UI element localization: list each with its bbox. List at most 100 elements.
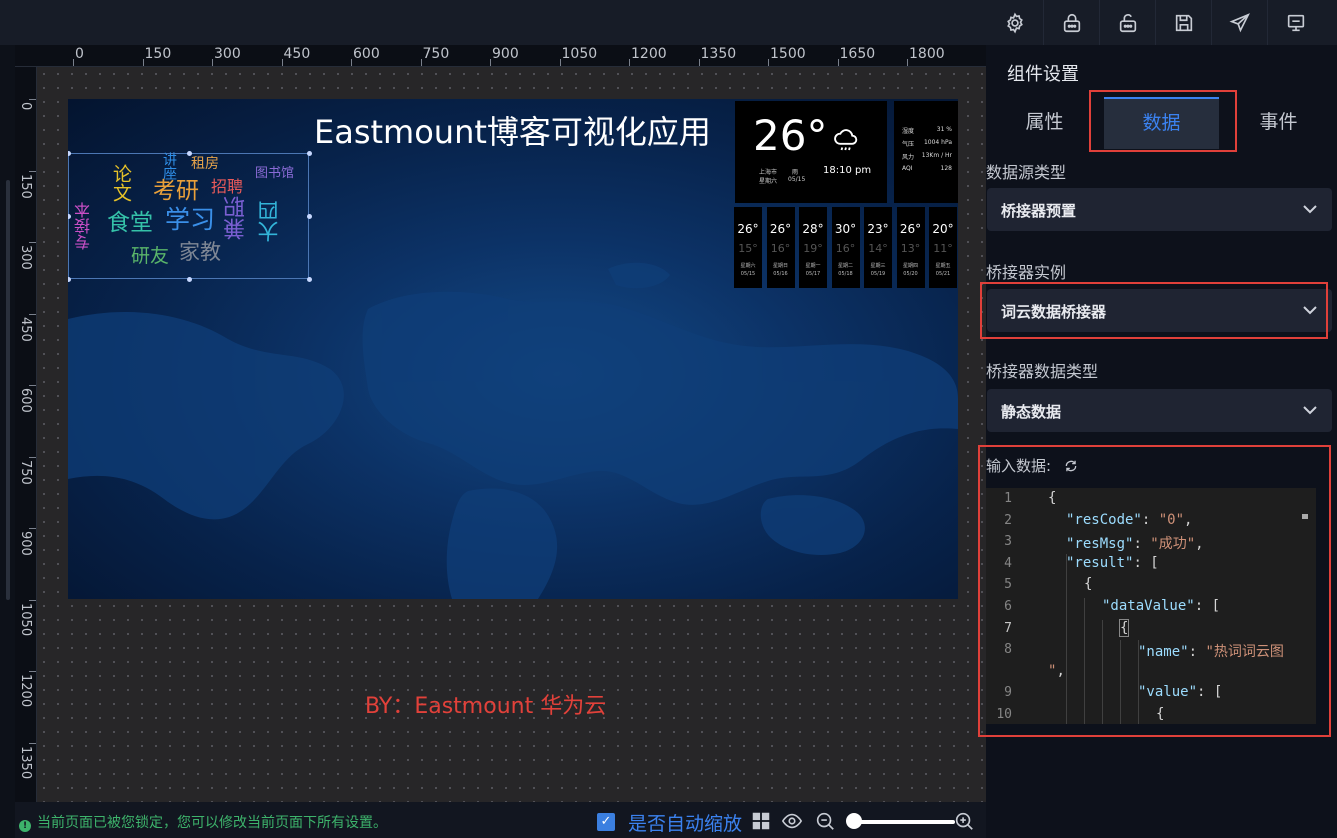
resize-handle[interactable]: [307, 277, 312, 282]
forecast-day-card: 28° 19° 星期一 05/17: [799, 207, 827, 288]
ruler-label: 1200: [18, 674, 33, 708]
datasource-type-value: 桥接器预置: [1001, 202, 1077, 220]
lock-status-message: ! 当前页面已被您锁定，您可以修改当前页面下所有设置。: [19, 812, 387, 832]
forecast-low: 11°: [933, 242, 953, 255]
wordcloud-word: 食堂: [107, 210, 153, 236]
lock-icon[interactable]: [1043, 0, 1099, 45]
tab-properties[interactable]: 属性: [987, 97, 1102, 149]
weather-city: 上海市: [759, 169, 778, 176]
forecast-weekday: 星期一: [805, 263, 821, 269]
ruler-label: 1500: [770, 46, 806, 62]
zoom-slider-track[interactable]: [855, 820, 955, 824]
ruler-label: 450: [283, 46, 311, 62]
component-settings-panel: 组件设置 属性 数据 事件 数据源类型 桥接器预置 桥接器实例 词云数据桥接器 …: [978, 45, 1337, 838]
ruler-tick: [281, 59, 283, 66]
ruler-label: 900: [18, 531, 33, 556]
forecast-date: 05/15: [740, 271, 756, 277]
zoom-out-icon[interactable]: [814, 810, 836, 832]
ruler-tick: [29, 170, 36, 172]
highlight-box: [980, 282, 1328, 339]
eye-icon[interactable]: [781, 810, 803, 832]
forecast-date: 05/18: [838, 271, 853, 277]
grid-icon[interactable]: [750, 810, 772, 832]
forecast-date: 05/20: [903, 271, 918, 277]
save-icon[interactable]: [1155, 0, 1211, 45]
forecast-high: 20°: [932, 222, 954, 236]
ruler-label: 150: [18, 173, 33, 199]
ruler-label: 0: [75, 46, 84, 62]
tab-events[interactable]: 事件: [1221, 97, 1336, 149]
ruler-tick: [29, 99, 36, 100]
resize-handle[interactable]: [68, 151, 71, 156]
ruler-tick: [142, 59, 144, 66]
weather-widget[interactable]: 26° 上海市 雨 星期六 05/15 18:10 pm: [735, 101, 887, 203]
panel-title: 组件设置: [1007, 64, 1079, 85]
monitor-icon[interactable]: [1267, 0, 1323, 45]
ruler-tick: [29, 671, 36, 672]
ruler-tick: [837, 59, 839, 66]
pressure-value: 1004 hPa: [923, 139, 952, 146]
wind-label: 风力: [902, 154, 915, 161]
ruler-label: 1800: [909, 46, 945, 62]
forecast-low: 19°: [803, 242, 823, 255]
resize-handle[interactable]: [307, 151, 312, 156]
top-toolbar: [0, 0, 1337, 45]
wordcloud-word: 讲座: [161, 152, 177, 180]
ruler-tick: [29, 528, 36, 529]
forecast-low: 15°: [738, 242, 758, 255]
ruler-label: 1050: [18, 602, 33, 636]
datasource-type-select[interactable]: 桥接器预置: [987, 188, 1332, 231]
ruler-label: 150: [144, 46, 172, 62]
ruler-label: 1350: [700, 46, 737, 62]
forecast-day-card: 26° 16° 星期日 05/16: [766, 207, 795, 288]
forecast-weekday: 星期四: [902, 263, 918, 269]
status-bar: ! 当前页面已被您锁定，您可以修改当前页面下所有设置。 ✓ 是否自动缩放: [15, 802, 986, 838]
unlock-icon[interactable]: [1099, 0, 1155, 45]
ruler-tick: [29, 742, 36, 744]
humidity-value: 31 %: [936, 126, 952, 133]
forecast-low: 16°: [770, 242, 791, 255]
forecast-date: 05/21: [935, 271, 951, 277]
forecast-day-card: 26° 15° 星期六 05/15: [734, 207, 762, 288]
wordcloud-word: 学习: [165, 205, 216, 234]
wordcloud-word: 兼职: [224, 196, 249, 240]
dashboard-screen[interactable]: Eastmount博客可视化应用 论文 讲座 租房 图书馆 考研 招聘 专接本 …: [68, 99, 958, 599]
zoom-in-icon[interactable]: [953, 810, 975, 832]
datasource-type-label: 数据源类型: [986, 163, 1067, 182]
forecast-weekday: 星期六: [740, 263, 756, 269]
forecast-low: 13°: [900, 242, 921, 255]
ruler-tick: [351, 59, 352, 66]
forecast-weekday: 星期二: [837, 263, 853, 269]
chevron-down-icon: [1302, 402, 1318, 418]
highlight-box: [1089, 90, 1237, 152]
lock-status-text: 当前页面已被您锁定，您可以修改当前页面下所有设置。: [37, 815, 387, 831]
wordcloud-word: 招聘: [211, 177, 244, 196]
forecast-high: 26°: [737, 222, 759, 236]
weather-temperature: 26°: [753, 111, 828, 160]
send-icon[interactable]: [1211, 0, 1267, 45]
ruler-tick: [29, 599, 36, 601]
ruler-tick: [698, 59, 700, 66]
ruler-label: 750: [18, 459, 33, 485]
resize-handle[interactable]: [307, 214, 312, 219]
ruler-tick: [768, 59, 769, 66]
bridge-instance-label: 桥接器实例: [986, 263, 1067, 282]
zoom-slider-handle[interactable]: [846, 813, 862, 829]
rain-cloud-icon: [831, 125, 861, 159]
vertical-ruler: 0 150 300 450 600 750 900 1050 1200 1350: [15, 67, 37, 802]
wordcloud-widget[interactable]: 论文 讲座 租房 图书馆 考研 招聘 专接本 食堂 学习 兼职 大四 研友 家教: [68, 151, 312, 282]
left-scrollbar[interactable]: [6, 180, 10, 600]
resize-handle[interactable]: [68, 214, 71, 219]
autoscale-checkbox[interactable]: ✓: [597, 813, 615, 831]
forecast-low: 14°: [868, 242, 888, 255]
bridge-data-type-select[interactable]: 静态数据: [987, 389, 1332, 432]
bridge-data-type-value: 静态数据: [1001, 403, 1062, 421]
wordcloud-word: 大四: [257, 200, 281, 242]
gear-icon[interactable]: [987, 0, 1043, 45]
ruler-label: 300: [214, 46, 241, 62]
resize-handle[interactable]: [187, 277, 192, 282]
ruler-label: 750: [422, 46, 450, 62]
autoscale-label[interactable]: 是否自动缩放: [628, 809, 742, 836]
ruler-tick: [29, 456, 36, 458]
ruler-label: 600: [18, 388, 33, 413]
